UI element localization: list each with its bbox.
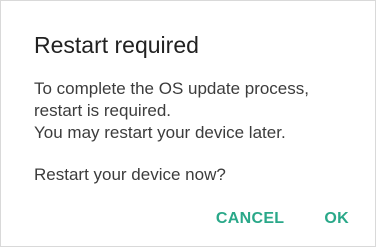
dialog-actions: CANCEL OK	[216, 207, 349, 231]
message-line: You may restart your device later.	[34, 123, 286, 142]
cancel-button[interactable]: CANCEL	[216, 207, 284, 231]
message-line: restart is required.	[34, 101, 171, 120]
ok-button[interactable]: OK	[324, 207, 349, 231]
dialog-question: Restart your device now?	[34, 165, 226, 184]
dialog-message: To complete the OS update process, resta…	[34, 78, 364, 144]
restart-dialog: Restart required To complete the OS upda…	[0, 0, 376, 247]
message-line: To complete the OS update process,	[34, 79, 309, 98]
dialog-title: Restart required	[34, 32, 199, 58]
